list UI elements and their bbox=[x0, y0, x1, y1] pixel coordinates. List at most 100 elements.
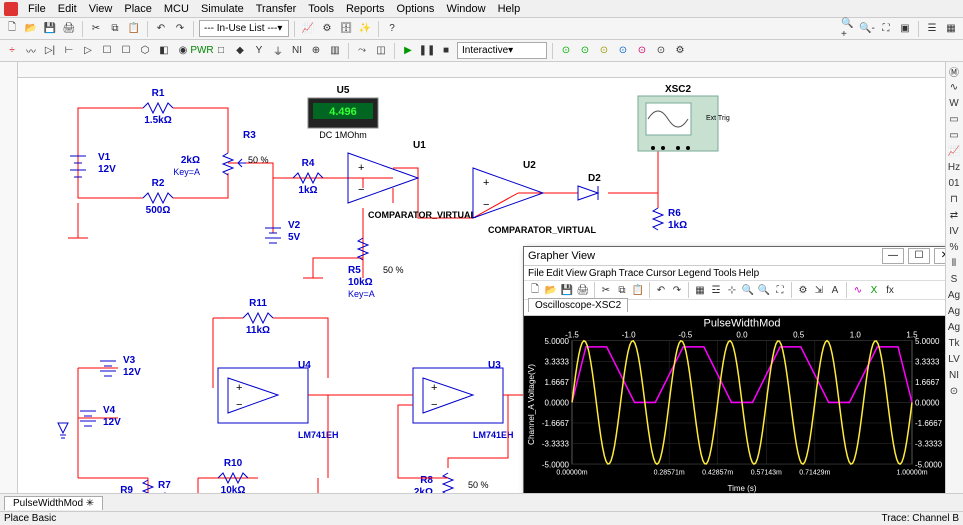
place-mixed-icon[interactable]: ◧ bbox=[156, 43, 172, 59]
pause-icon[interactable]: ❚❚ bbox=[419, 43, 435, 59]
place-connector-icon[interactable]: ⊕ bbox=[308, 43, 324, 59]
maximize-button[interactable]: ☐ bbox=[908, 248, 930, 264]
place-electromech-icon[interactable]: ⏚ bbox=[270, 43, 286, 59]
probe-set-icon[interactable]: ⚙ bbox=[672, 43, 688, 59]
funcgen-tool-icon[interactable]: ∿ bbox=[947, 80, 961, 94]
menu-transfer[interactable]: Transfer bbox=[251, 3, 302, 15]
gmenu-graph[interactable]: Graph bbox=[589, 268, 617, 279]
grapher-icon[interactable]: 📈 bbox=[300, 21, 316, 37]
gmenu-help[interactable]: Help bbox=[739, 268, 760, 279]
g-copy-icon[interactable]: ⧉ bbox=[615, 283, 629, 297]
gmenu-file[interactable]: File bbox=[528, 268, 544, 279]
place-misc2-icon[interactable]: □ bbox=[213, 43, 229, 59]
multimeter-tool-icon[interactable]: Ⓜ bbox=[947, 64, 961, 78]
place-bus-icon[interactable]: ⤳ bbox=[354, 43, 370, 59]
g-excel-icon[interactable]: X bbox=[867, 283, 881, 297]
g-math-icon[interactable]: fx bbox=[883, 283, 897, 297]
net-tool-icon[interactable]: S bbox=[947, 272, 961, 286]
g-save-icon[interactable]: 💾 bbox=[560, 283, 574, 297]
probe6-icon[interactable]: ⊙ bbox=[653, 43, 669, 59]
zoom-fit-icon[interactable]: ▣ bbox=[897, 21, 913, 37]
grapher-window[interactable]: Grapher View — ☐ ✕ File Edit View Graph … bbox=[523, 246, 945, 493]
g-zoom-in-icon[interactable]: 🔍 bbox=[741, 283, 755, 297]
g-cursor-icon[interactable]: ⊹ bbox=[725, 283, 739, 297]
logic-tool-icon[interactable]: ⊓ bbox=[947, 192, 961, 206]
tksc-tool-icon[interactable]: Tk bbox=[947, 336, 961, 350]
scope4-tool-icon[interactable]: ▭ bbox=[947, 128, 961, 142]
close-button[interactable]: ✕ bbox=[934, 248, 945, 264]
save-icon[interactable]: 💾 bbox=[42, 21, 58, 37]
bode-tool-icon[interactable]: 📈 bbox=[947, 144, 961, 158]
probe4-icon[interactable]: ⊙ bbox=[615, 43, 631, 59]
g-undo-icon[interactable]: ↶ bbox=[654, 283, 668, 297]
g-overlay-icon[interactable]: ∿ bbox=[851, 283, 865, 297]
copy-icon[interactable]: ⧉ bbox=[107, 21, 123, 37]
g-print-icon[interactable]: 🖨 bbox=[576, 283, 590, 297]
place-ni-icon[interactable]: NI bbox=[289, 43, 305, 59]
place-ttl-icon[interactable]: ☐ bbox=[99, 43, 115, 59]
g-cut-icon[interactable]: ✂ bbox=[599, 283, 613, 297]
undo-icon[interactable]: ↶ bbox=[153, 21, 169, 37]
menu-edit[interactable]: Edit bbox=[53, 3, 82, 15]
place-indicator-icon[interactable]: ◉ bbox=[175, 43, 191, 59]
menu-reports[interactable]: Reports bbox=[341, 3, 390, 15]
place-misc-icon[interactable]: ⬡ bbox=[137, 43, 153, 59]
zoom-in-icon[interactable]: 🔍+ bbox=[840, 21, 856, 37]
agfn-tool-icon[interactable]: Ag bbox=[947, 288, 961, 302]
grapher-titlebar[interactable]: Grapher View — ☐ ✕ bbox=[524, 247, 945, 266]
place-transistor-icon[interactable]: ⊢ bbox=[61, 43, 77, 59]
spec-tool-icon[interactable]: ⫴ bbox=[947, 256, 961, 270]
g-open-icon[interactable]: 📂 bbox=[544, 283, 558, 297]
freq-tool-icon[interactable]: Hz bbox=[947, 160, 961, 174]
g-export-icon[interactable]: ⇲ bbox=[812, 283, 826, 297]
redo-icon[interactable]: ↷ bbox=[172, 21, 188, 37]
probe3-icon[interactable]: ⊙ bbox=[596, 43, 612, 59]
wattmeter-tool-icon[interactable]: W bbox=[947, 96, 961, 110]
in-use-list-combo[interactable]: --- In-Use List --- ▾ bbox=[199, 20, 289, 37]
new-icon[interactable]: 🗋 bbox=[4, 21, 20, 37]
place-mcu-icon[interactable]: ▥ bbox=[327, 43, 343, 59]
place-power-icon[interactable]: PWR bbox=[194, 43, 210, 59]
sim-mode-combo[interactable]: Interactive ▾ bbox=[457, 42, 547, 59]
menu-window[interactable]: Window bbox=[441, 3, 490, 15]
gmenu-view[interactable]: View bbox=[565, 268, 587, 279]
print-icon[interactable]: 🖨 bbox=[61, 21, 77, 37]
list-icon[interactable]: ☰ bbox=[924, 21, 940, 37]
menu-help[interactable]: Help bbox=[493, 3, 526, 15]
zoom-area-icon[interactable]: ⛶ bbox=[878, 21, 894, 37]
place-advanced-icon[interactable]: ◆ bbox=[232, 43, 248, 59]
gmenu-trace[interactable]: Trace bbox=[619, 268, 644, 279]
menu-simulate[interactable]: Simulate bbox=[196, 3, 249, 15]
probe1-icon[interactable]: ⊙ bbox=[558, 43, 574, 59]
probe5-icon[interactable]: ⊙ bbox=[634, 43, 650, 59]
db-icon[interactable]: 🗄 bbox=[338, 21, 354, 37]
gmenu-legend[interactable]: Legend bbox=[678, 268, 711, 279]
gmenu-tools[interactable]: Tools bbox=[713, 268, 736, 279]
zoom-out-icon[interactable]: 🔍- bbox=[859, 21, 875, 37]
tab-pulsewidthmod[interactable]: PulseWidthMod ✳ bbox=[4, 496, 103, 510]
place-diode-icon[interactable]: ▷| bbox=[42, 43, 58, 59]
lv-tool-icon[interactable]: LV bbox=[947, 352, 961, 366]
g-text-icon[interactable]: A bbox=[828, 283, 842, 297]
menu-place[interactable]: Place bbox=[119, 3, 157, 15]
menu-mcu[interactable]: MCU bbox=[159, 3, 194, 15]
g-paste-icon[interactable]: 📋 bbox=[631, 283, 645, 297]
ni-tool-icon[interactable]: NI bbox=[947, 368, 961, 382]
place-cmos-icon[interactable]: ☐ bbox=[118, 43, 134, 59]
grid-icon[interactable]: ▦ bbox=[943, 21, 959, 37]
schematic-canvas[interactable]: 4.496 U5 DC 1MOhm R1 1.5kΩ R2 500Ω R3 2k… bbox=[18, 78, 945, 493]
gmenu-cursor[interactable]: Cursor bbox=[646, 268, 676, 279]
minimize-button[interactable]: — bbox=[882, 248, 904, 264]
postproc-icon[interactable]: ⚙ bbox=[319, 21, 335, 37]
cut-icon[interactable]: ✂ bbox=[88, 21, 104, 37]
place-rf-icon[interactable]: Y bbox=[251, 43, 267, 59]
open-icon[interactable]: 📂 bbox=[23, 21, 39, 37]
menu-tools[interactable]: Tools bbox=[303, 3, 339, 15]
probe2-icon[interactable]: ⊙ bbox=[577, 43, 593, 59]
menu-options[interactable]: Options bbox=[392, 3, 440, 15]
grapher-plot[interactable]: -5.0000-5.0000-3.3333-3.3333-1.6667-1.66… bbox=[524, 316, 945, 493]
run-icon[interactable]: ▶ bbox=[400, 43, 416, 59]
grapher-tab-xsc2[interactable]: Oscilloscope-XSC2 bbox=[528, 298, 628, 312]
menu-file[interactable]: File bbox=[23, 3, 51, 15]
stop-icon[interactable]: ■ bbox=[438, 43, 454, 59]
